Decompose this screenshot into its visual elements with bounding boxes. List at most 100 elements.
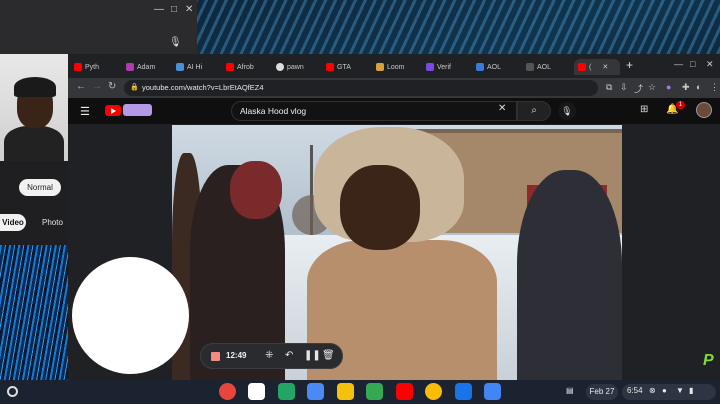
- tab-favicon-icon: [326, 63, 334, 71]
- mode-photo-button[interactable]: Photo: [42, 218, 63, 227]
- video-frame-person-face: [340, 165, 420, 250]
- menu-kebab-icon[interactable]: ⋮: [710, 82, 719, 93]
- create-video-icon[interactable]: ⊞: [640, 104, 648, 115]
- tab-1[interactable]: Adam: [126, 59, 168, 75]
- clipboard-icon[interactable]: ▤: [566, 386, 574, 395]
- tab-favicon-icon: [526, 63, 534, 71]
- youtube-doodle-logo[interactable]: [123, 104, 152, 116]
- small-app-window: — □ ✕ 🎙: [0, 0, 197, 54]
- wallpaper-stripes-left: [0, 245, 68, 380]
- wallpaper-stripes: [195, 0, 720, 60]
- camera-overlay-circle: [72, 257, 189, 374]
- tab-favicon-icon: [276, 63, 284, 71]
- camera-preview: [0, 54, 68, 161]
- url-text: youtube.com/watch?v=LbrEtAQfEZ4: [142, 83, 264, 92]
- launcher-button[interactable]: [7, 386, 18, 397]
- tab-4[interactable]: pawn: [276, 59, 318, 75]
- tab-favicon-icon: [176, 63, 184, 71]
- tab-favicon-icon: [376, 63, 384, 71]
- new-tab-button[interactable]: +: [626, 58, 633, 72]
- tab-6[interactable]: Loom: [376, 59, 418, 75]
- avatar[interactable]: [696, 102, 712, 118]
- tab-0[interactable]: Pyth: [74, 59, 120, 75]
- search-icon: ⌕: [531, 105, 537, 116]
- tab-10-active[interactable]: (✕: [574, 59, 620, 75]
- date-pill[interactable]: Feb 27: [586, 384, 618, 400]
- puzzle-extensions-icon[interactable]: ✚: [682, 82, 690, 93]
- delete-icon[interactable]: 🗑: [322, 350, 335, 361]
- stop-circle-icon: ⊗: [649, 386, 656, 395]
- cast-icon[interactable]: ⧉: [606, 82, 612, 93]
- mode-normal-button[interactable]: Normal: [19, 179, 61, 196]
- tab-favicon-icon: [126, 63, 134, 71]
- minimize-button[interactable]: —: [674, 59, 683, 69]
- grid-icon[interactable]: ⁜: [265, 350, 273, 361]
- youtube-header: ☰ Alaska Hood vlog ✕ ⌕ 🎙 ⊞ 🔔 1: [68, 98, 720, 124]
- tab-strip: Pyth Adam AI Hi Afrob pawn GTA Loom Veri…: [68, 54, 720, 78]
- microphone-icon: 🎙: [561, 106, 573, 116]
- tab-favicon-icon: [426, 63, 434, 71]
- clear-search-icon[interactable]: ✕: [498, 103, 506, 114]
- photos-app[interactable]: [425, 383, 442, 400]
- tab-favicon-icon: [226, 63, 234, 71]
- play-store-app[interactable]: [366, 383, 383, 400]
- chromeos-shelf: ▤ Feb 27 6:54 ⊗ ● ▼ ▮: [0, 380, 720, 404]
- search-input[interactable]: Alaska Hood vlog: [231, 101, 517, 121]
- tab-3[interactable]: Afrob: [226, 59, 268, 75]
- chrome-app[interactable]: [219, 383, 236, 400]
- maximize-button[interactable]: □: [690, 59, 695, 69]
- undo-icon[interactable]: ↶: [285, 350, 293, 361]
- preview-person-hat: [14, 77, 56, 97]
- screen-recording-toolbar: 12:49 ⁜ ↶ ❚❚ 🗑: [200, 343, 343, 369]
- extension-icon[interactable]: ●: [666, 82, 671, 92]
- back-arrow-icon[interactable]: ←: [76, 81, 86, 92]
- bookmark-star-icon[interactable]: ☆: [648, 82, 656, 93]
- battery-icon: ▮: [689, 386, 694, 395]
- stop-recording-button[interactable]: [211, 352, 220, 361]
- maximize-button[interactable]: □: [171, 4, 177, 15]
- close-button[interactable]: ✕: [185, 4, 193, 15]
- files-app[interactable]: [307, 383, 324, 400]
- video-player[interactable]: [172, 125, 622, 380]
- messages-app[interactable]: [455, 383, 472, 400]
- tab-7[interactable]: Verif: [426, 59, 468, 75]
- channel-watermark-logo: P: [703, 352, 714, 369]
- forward-arrow-icon[interactable]: →: [92, 81, 102, 92]
- status-tray[interactable]: 6:54 ⊗ ● ▼ ▮: [622, 384, 716, 400]
- microphone-icon[interactable]: 🎙: [169, 37, 182, 48]
- close-tab-icon[interactable]: ✕: [602, 63, 608, 71]
- tab-favicon-icon: [476, 63, 484, 71]
- install-icon[interactable]: ⇩: [620, 82, 628, 93]
- youtube-app[interactable]: [396, 383, 413, 400]
- lock-icon: 🔒: [130, 84, 139, 91]
- mode-video-button[interactable]: Video: [0, 214, 26, 231]
- voice-search-button[interactable]: 🎙: [558, 102, 576, 120]
- search-button[interactable]: ⌕: [517, 101, 551, 121]
- address-bar[interactable]: 🔒 youtube.com/watch?v=LbrEtAQfEZ4: [124, 80, 598, 96]
- hamburger-menu-icon[interactable]: ☰: [80, 105, 90, 118]
- video-frame-mask: [230, 161, 282, 219]
- minimize-button[interactable]: —: [154, 4, 164, 15]
- reload-icon[interactable]: ↻: [108, 81, 116, 92]
- pause-icon[interactable]: ❚❚: [304, 350, 321, 361]
- tab-favicon-icon: [74, 63, 82, 71]
- sheets-app[interactable]: [278, 383, 295, 400]
- camera-app[interactable]: [484, 383, 501, 400]
- close-window-button[interactable]: ✕: [706, 59, 714, 70]
- youtube-logo[interactable]: [105, 105, 121, 116]
- gmail-app[interactable]: [248, 383, 265, 400]
- clock: 6:54: [627, 386, 643, 395]
- notification-count-badge: 1: [676, 101, 685, 109]
- recording-timer: 12:49: [226, 351, 247, 360]
- video-frame-person-right: [517, 170, 622, 380]
- profile-icon[interactable]: ◐: [696, 82, 701, 92]
- tab-9[interactable]: AOL: [526, 59, 570, 75]
- wifi-icon: ▼: [676, 386, 684, 395]
- tab-favicon-icon: [578, 63, 586, 71]
- toolbar: ← → ↻ 🔒 youtube.com/watch?v=LbrEtAQfEZ4 …: [68, 78, 720, 98]
- drive-app[interactable]: [337, 383, 354, 400]
- tab-2[interactable]: AI Hi: [176, 59, 218, 75]
- tab-5[interactable]: GTA: [326, 59, 368, 75]
- tab-8[interactable]: AOL: [476, 59, 520, 75]
- share-icon[interactable]: ⤴: [634, 82, 643, 95]
